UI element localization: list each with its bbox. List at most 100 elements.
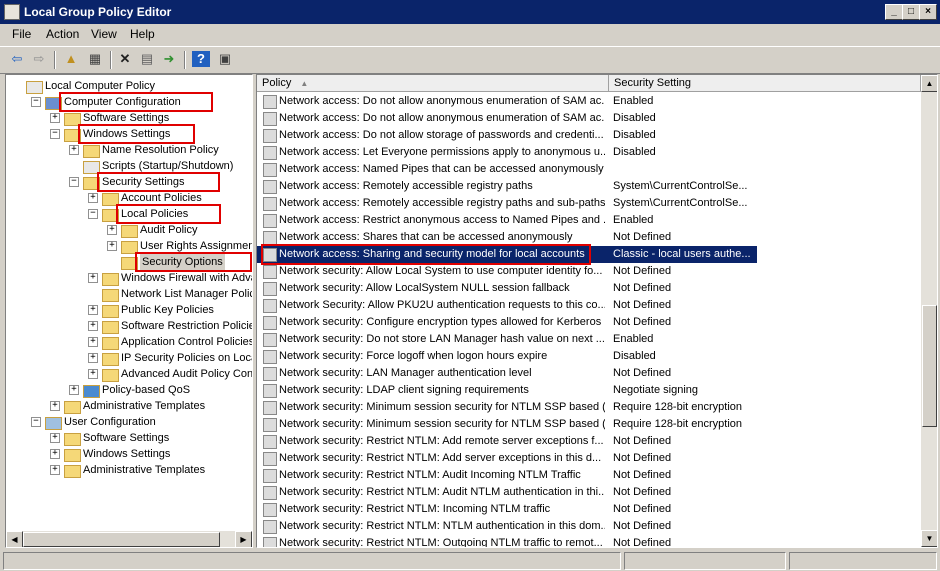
expand-icon[interactable]: +	[107, 225, 117, 235]
expand-icon[interactable]: +	[88, 305, 98, 315]
export-list-icon[interactable]: ➜	[160, 51, 178, 67]
policy-name: Network security: Restrict NTLM: Audit I…	[279, 469, 581, 481]
policy-row[interactable]: Network access: Do not allow storage of …	[257, 127, 857, 144]
properties-icon[interactable]: ▤	[138, 51, 156, 67]
chart-icon	[83, 385, 100, 398]
tree-item[interactable]: + Name Resolution Policy	[6, 142, 252, 158]
expand-icon[interactable]: +	[69, 145, 79, 155]
expand-icon[interactable]: +	[69, 385, 79, 395]
tree-item[interactable]: Network List Manager Policies	[6, 286, 252, 302]
close-button[interactable]: ×	[919, 4, 937, 20]
scroll-up-button[interactable]: ▲	[921, 75, 937, 92]
policy-row[interactable]: Network access: Named Pipes that can be …	[257, 161, 857, 178]
up-folder-icon[interactable]: ▲	[62, 51, 80, 67]
policy-list-pane[interactable]: Policy ▲ Security Setting Network access…	[256, 74, 938, 548]
menu-view[interactable]: View	[91, 27, 117, 41]
column-header-security-setting[interactable]: Security Setting	[609, 75, 921, 92]
policy-icon	[263, 180, 277, 194]
policy-row[interactable]: Network security: Restrict NTLM: Add ser…	[257, 450, 857, 467]
tree-item[interactable]: + Policy-based QoS	[6, 382, 252, 398]
tree-item-label: Public Key Policies	[121, 304, 214, 316]
policy-setting: Not Defined	[613, 282, 672, 294]
scroll-right-button[interactable]: ▶	[235, 531, 252, 547]
show-pane-icon[interactable]: ▣	[216, 51, 234, 67]
policy-row[interactable]: Network security: Configure encryption t…	[257, 314, 857, 331]
scroll-left-button[interactable]: ◀	[6, 531, 23, 547]
expand-icon[interactable]: +	[50, 449, 60, 459]
delete-icon[interactable]: ✕	[116, 51, 134, 67]
expand-icon[interactable]: +	[88, 369, 98, 379]
tree-item-label: Windows Settings	[83, 448, 171, 460]
scroll-down-button[interactable]: ▼	[921, 530, 937, 547]
back-icon[interactable]: ⇦	[8, 51, 26, 67]
help-icon[interactable]: ?	[192, 51, 210, 67]
collapse-icon[interactable]: −	[88, 209, 98, 219]
tree-item[interactable]: + Public Key Policies	[6, 302, 252, 318]
expand-icon[interactable]: +	[88, 273, 98, 283]
tree-item[interactable]: + Software Restriction Policies	[6, 318, 252, 334]
policy-row[interactable]: Network security: Allow LocalSystem NULL…	[257, 280, 857, 297]
policy-row[interactable]: Network security: Minimum session securi…	[257, 399, 857, 416]
policy-row[interactable]: Network access: Remotely accessible regi…	[257, 195, 857, 212]
policy-row[interactable]: Network access: Remotely accessible regi…	[257, 178, 857, 195]
policy-row[interactable]: Network security: LAN Manager authentica…	[257, 365, 857, 382]
tree-item[interactable]: + Administrative Templates	[6, 462, 252, 478]
minimize-button[interactable]: _	[885, 4, 903, 20]
tree-item[interactable]: + Windows Settings	[6, 446, 252, 462]
policy-row[interactable]: Network access: Do not allow anonymous e…	[257, 110, 857, 127]
policy-row[interactable]: Network Security: Allow PKU2U authentica…	[257, 297, 857, 314]
collapse-icon[interactable]: −	[31, 417, 41, 427]
policy-row[interactable]: Network security: Restrict NTLM: Incomin…	[257, 501, 857, 518]
tree-item[interactable]: + Administrative Templates	[6, 398, 252, 414]
tree-item[interactable]: + Software Settings	[6, 430, 252, 446]
tree-hscroll[interactable]: ◀ ▶	[6, 531, 252, 547]
tree-pane[interactable]: Local Computer Policy − Computer Configura…	[5, 74, 253, 548]
expand-icon[interactable]: +	[50, 433, 60, 443]
menu-help[interactable]: Help	[130, 27, 155, 41]
maximize-button[interactable]: □	[902, 4, 920, 20]
expand-icon[interactable]: +	[50, 401, 60, 411]
expand-icon[interactable]: +	[88, 337, 98, 347]
tree-item[interactable]: + IP Security Policies on Local Co	[6, 350, 252, 366]
expand-icon[interactable]: +	[50, 465, 60, 475]
expand-icon[interactable]: +	[88, 193, 98, 203]
collapse-icon[interactable]: −	[50, 129, 60, 139]
policy-row[interactable]: Network security: Do not store LAN Manag…	[257, 331, 857, 348]
policy-row[interactable]: Network security: Restrict NTLM: Add rem…	[257, 433, 857, 450]
policy-row[interactable]: Network access: Restrict anonymous acces…	[257, 212, 857, 229]
tree-hscroll-thumb[interactable]	[23, 532, 220, 547]
column-header-policy[interactable]: Policy ▲	[257, 75, 609, 92]
policy-row[interactable]: Network access: Do not allow anonymous e…	[257, 93, 857, 110]
tree-item-label: Software Restriction Policies	[121, 320, 253, 332]
tree-item[interactable]: + Windows Firewall with Advanc	[6, 270, 252, 286]
tree-item-label: Audit Policy	[140, 224, 198, 236]
tree-item[interactable]: − User Configuration	[6, 414, 252, 430]
menu-action[interactable]: Action	[46, 27, 79, 41]
expand-icon[interactable]: +	[88, 321, 98, 331]
collapse-icon[interactable]: −	[31, 97, 41, 107]
expand-icon[interactable]: +	[107, 241, 117, 251]
policy-row[interactable]: Network security: Restrict NTLM: Audit I…	[257, 467, 857, 484]
menu-file[interactable]: File	[12, 27, 31, 41]
policy-row[interactable]: Network security: Restrict NTLM: Audit N…	[257, 484, 857, 501]
policy-row[interactable]: Network security: Restrict NTLM: NTLM au…	[257, 518, 857, 535]
policy-setting: Disabled	[613, 350, 656, 362]
policy-row[interactable]: Network security: Allow Local System to …	[257, 263, 857, 280]
show-hide-tree-icon[interactable]: ▦	[86, 51, 104, 67]
policy-name: Network security: Restrict NTLM: Outgoin…	[279, 537, 603, 547]
policy-row[interactable]: Network security: Minimum session securi…	[257, 416, 857, 433]
forward-icon[interactable]: ⇨	[30, 51, 48, 67]
folder-icon	[64, 433, 81, 446]
policy-row[interactable]: Network access: Let Everyone permissions…	[257, 144, 857, 161]
expand-icon[interactable]: +	[50, 113, 60, 123]
policy-row[interactable]: Network security: LDAP client signing re…	[257, 382, 857, 399]
tree-item[interactable]: + Advanced Audit Policy Configu	[6, 366, 252, 382]
list-vscroll[interactable]: ▲ ▼	[921, 75, 937, 547]
tree-item[interactable]: + Application Control Policies	[6, 334, 252, 350]
list-vscroll-thumb[interactable]	[922, 305, 937, 427]
policy-row[interactable]: Network security: Restrict NTLM: Outgoin…	[257, 535, 857, 547]
tree-item[interactable]: + Audit Policy	[6, 222, 252, 238]
collapse-icon[interactable]: −	[69, 177, 79, 187]
policy-row[interactable]: Network security: Force logoff when logo…	[257, 348, 857, 365]
expand-icon[interactable]: +	[88, 353, 98, 363]
